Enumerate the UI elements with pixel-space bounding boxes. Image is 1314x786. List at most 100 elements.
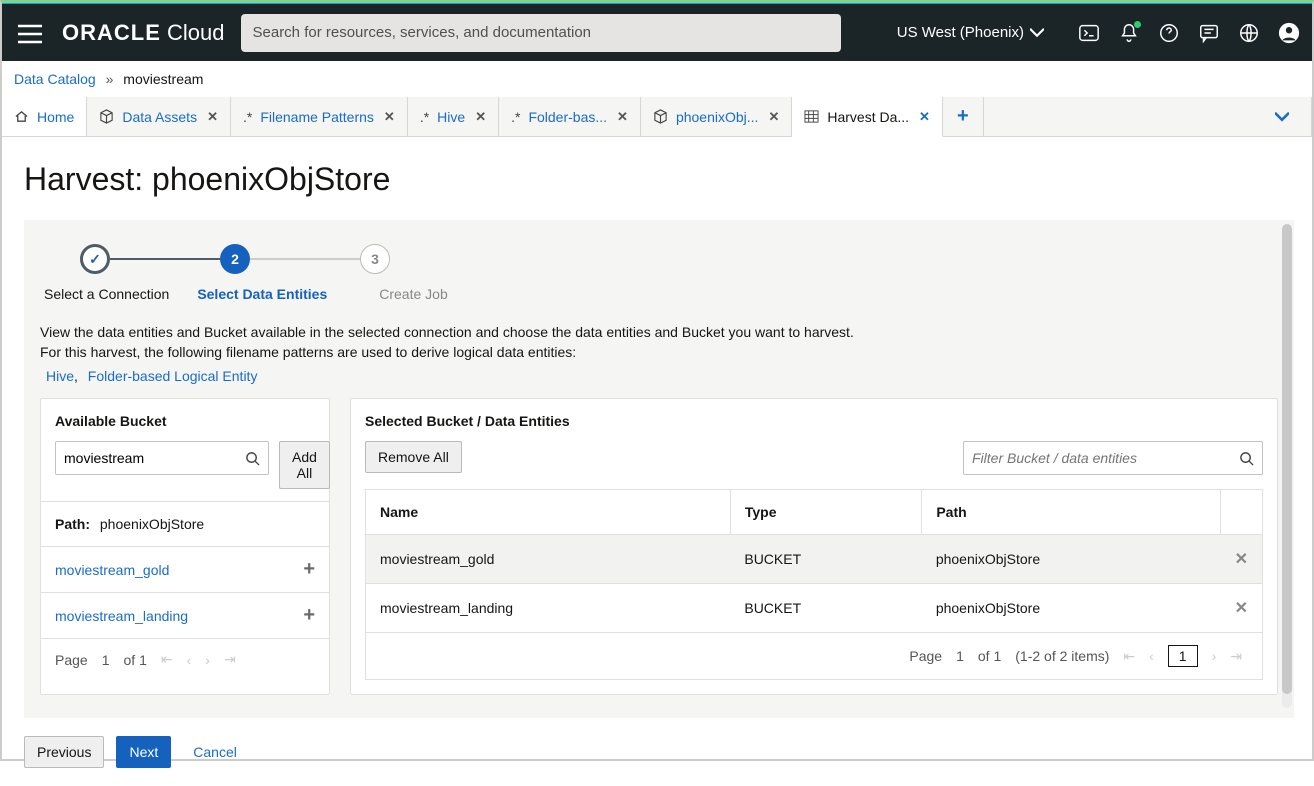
search-icon[interactable]	[245, 450, 260, 467]
tab-label: phoenixObj...	[676, 109, 759, 125]
page-title: Harvest: phoenixObjStore	[2, 137, 1312, 208]
selected-title: Selected Bucket / Data Entities	[351, 399, 1277, 441]
available-pager: Page 1 of 1 ⇤ ‹ › ⇥	[41, 638, 329, 680]
stepper: 2 3	[40, 234, 1278, 274]
grid-icon	[804, 109, 819, 124]
table-row: moviestream_landing BUCKET phoenixObjSto…	[366, 584, 1263, 633]
available-panel: Available Bucket Add All Path: phoenixOb…	[40, 398, 330, 695]
tab-add[interactable]: +	[943, 97, 984, 136]
cube-icon	[99, 109, 114, 124]
close-icon[interactable]: ✕	[919, 109, 930, 125]
remove-all-button[interactable]: Remove All	[365, 441, 462, 473]
pager-first-icon[interactable]: ⇤	[161, 651, 173, 668]
pager-first-icon[interactable]: ⇤	[1123, 648, 1135, 665]
filter-input[interactable]	[972, 450, 1239, 466]
bucket-link[interactable]: moviestream_landing	[55, 608, 188, 624]
table-row: moviestream_gold BUCKET phoenixObjStore …	[366, 535, 1263, 584]
chat-icon[interactable]	[1198, 22, 1220, 44]
tab-phoenixobj[interactable]: phoenixObj... ✕	[641, 97, 792, 136]
breadcrumb-current: moviestream	[123, 71, 203, 87]
tabs-bar: Home Data Assets ✕ .* Filename Patterns …	[2, 97, 1312, 137]
description-line2: For this harvest, the following filename…	[40, 344, 1278, 360]
previous-button[interactable]: Previous	[24, 736, 104, 768]
tab-overflow[interactable]	[1253, 97, 1312, 136]
close-icon[interactable]: ✕	[207, 109, 218, 125]
add-all-button[interactable]: Add All	[279, 441, 330, 489]
step-1[interactable]	[80, 244, 110, 274]
tab-data-assets[interactable]: Data Assets ✕	[87, 97, 231, 136]
add-bucket-icon[interactable]: +	[303, 558, 315, 581]
close-icon[interactable]: ✕	[617, 109, 628, 125]
available-search[interactable]	[55, 441, 269, 475]
footer-buttons: Previous Next Cancel	[2, 718, 1312, 786]
topbar-icons	[1078, 22, 1300, 44]
close-icon[interactable]: ✕	[475, 109, 486, 125]
bucket-item: moviestream_gold +	[41, 546, 329, 592]
home-icon	[14, 109, 29, 124]
step-2[interactable]: 2	[220, 244, 250, 274]
selected-panel: Selected Bucket / Data Entities Remove A…	[350, 398, 1278, 695]
breadcrumb-root[interactable]: Data Catalog	[14, 71, 96, 87]
tab-harvest-data[interactable]: Harvest Da... ✕	[792, 97, 943, 137]
global-search-input[interactable]: Search for resources, services, and docu…	[241, 14, 841, 52]
step-label-1: Select a Connection	[44, 286, 169, 302]
tab-folder-based[interactable]: .* Folder-bas... ✕	[499, 97, 641, 136]
tab-label: Filename Patterns	[260, 109, 374, 125]
bucket-item: moviestream_landing +	[41, 592, 329, 638]
bucket-list: moviestream_gold + moviestream_landing +	[41, 546, 329, 638]
pager-prev-icon[interactable]: ‹	[187, 652, 192, 668]
selected-pager: Page 1 of 1 (1-2 of 2 items) ⇤ ‹ 1 › ⇥	[365, 633, 1263, 680]
available-title: Available Bucket	[41, 399, 329, 429]
search-icon[interactable]	[1239, 450, 1254, 467]
next-button[interactable]: Next	[116, 736, 171, 768]
remove-row-icon[interactable]: ✕	[1221, 584, 1263, 633]
star-icon: .*	[420, 109, 429, 125]
path-label: Path:	[55, 516, 90, 532]
add-bucket-icon[interactable]: +	[303, 604, 315, 627]
oracle-logo: ORACLE Cloud	[62, 20, 225, 46]
description-line1: View the data entities and Bucket availa…	[40, 324, 1278, 340]
pattern-links: Hive, Folder-based Logical Entity	[40, 368, 1278, 384]
close-icon[interactable]: ✕	[384, 109, 395, 125]
help-icon[interactable]	[1158, 22, 1180, 44]
tab-filename-patterns[interactable]: .* Filename Patterns ✕	[231, 97, 408, 136]
path-row: Path: phoenixObjStore	[41, 501, 329, 546]
tab-label: Folder-bas...	[528, 109, 607, 125]
profile-icon[interactable]	[1278, 22, 1300, 44]
pager-last-icon[interactable]: ⇥	[224, 651, 236, 668]
tab-label: Data Assets	[122, 109, 197, 125]
col-name: Name	[366, 490, 731, 535]
scrollbar[interactable]	[1282, 224, 1292, 708]
breadcrumb-sep: »	[106, 71, 114, 87]
filter-input-wrap[interactable]	[963, 441, 1263, 475]
selected-table: Name Type Path moviestream_gold BUCKET p…	[365, 489, 1263, 633]
terminal-icon[interactable]	[1078, 22, 1100, 44]
tab-hive[interactable]: .* Hive ✕	[408, 97, 499, 136]
menu-icon[interactable]	[14, 20, 46, 46]
pager-last-icon[interactable]: ⇥	[1230, 648, 1242, 665]
page-number-box[interactable]: 1	[1168, 645, 1198, 667]
step-labels: Select a Connection Select Data Entities…	[44, 274, 1278, 320]
cancel-link[interactable]: Cancel	[193, 744, 237, 760]
globe-icon[interactable]	[1238, 22, 1260, 44]
region-selector[interactable]: US West (Phoenix)	[897, 24, 1044, 41]
pager-next-icon[interactable]: ›	[1212, 648, 1217, 664]
available-search-input[interactable]	[64, 450, 245, 466]
bucket-link[interactable]: moviestream_gold	[55, 562, 169, 578]
step-label-2: Select Data Entities	[197, 286, 327, 302]
tab-home[interactable]: Home	[2, 97, 87, 136]
remove-row-icon[interactable]: ✕	[1221, 535, 1263, 584]
close-icon[interactable]: ✕	[768, 109, 779, 125]
pattern-folder-link[interactable]: Folder-based Logical Entity	[88, 368, 258, 384]
tab-label: Harvest Da...	[827, 109, 909, 125]
content-panel: 2 3 Select a Connection Select Data Enti…	[24, 220, 1294, 718]
breadcrumb: Data Catalog » moviestream	[2, 61, 1312, 97]
pager-prev-icon[interactable]: ‹	[1149, 648, 1154, 664]
pattern-hive-link[interactable]: Hive	[46, 368, 74, 384]
tab-label: Home	[37, 109, 74, 125]
bell-icon[interactable]	[1118, 22, 1140, 44]
col-type: Type	[730, 490, 921, 535]
cube-icon	[653, 109, 668, 124]
star-icon: .*	[243, 109, 252, 125]
pager-next-icon[interactable]: ›	[205, 652, 210, 668]
